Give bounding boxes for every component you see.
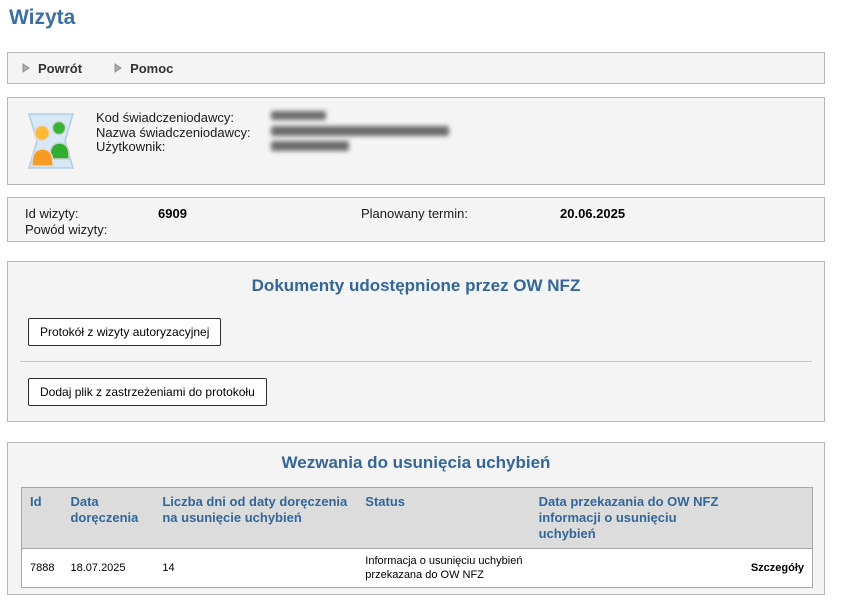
help-button-label: Pomoc	[130, 61, 173, 76]
back-button-label: Powrót	[38, 61, 82, 76]
planned-date-label: Planowany termin:	[361, 206, 468, 221]
documents-panel: Dokumenty udostępnione przez OW NFZ Prot…	[7, 261, 825, 422]
help-button[interactable]: Pomoc	[114, 61, 173, 76]
details-link[interactable]: Szczegóły	[729, 549, 813, 588]
visit-id-value: 6909	[158, 206, 187, 221]
col-header-status: Status	[357, 488, 530, 549]
cell-id: 7888	[22, 549, 63, 588]
redacted-user	[271, 141, 349, 151]
provider-code-label: Kod świadczeniodawcy:	[96, 111, 251, 126]
add-file-button[interactable]: Dodaj plik z zastrzeżeniami do protokołu	[28, 378, 267, 406]
documents-section-title: Dokumenty udostępnione przez OW NFZ	[8, 276, 824, 296]
col-header-days: Liczba dni od daty doręczenia na usunięc…	[154, 488, 357, 549]
calls-section-title: Wezwania do usunięcia uchybień	[8, 453, 824, 473]
visit-id-label: Id wizyty:	[25, 206, 78, 221]
back-button[interactable]: Powrót	[22, 61, 82, 76]
user-label: Użytkownik:	[96, 140, 251, 155]
provider-info-panel: Kod świadczeniodawcy: Nazwa świadczeniod…	[7, 97, 825, 185]
redacted-provider-code	[271, 111, 326, 120]
table-header-row: Id Data doręczenia Liczba dni od daty do…	[22, 488, 813, 549]
table-row: 7888 18.07.2025 14 Informacja o usunięci…	[22, 549, 813, 588]
col-header-transfer-date: Data przekazania do OW NFZ informacji o …	[531, 488, 729, 549]
toolbar: Powrót Pomoc	[7, 52, 825, 84]
cell-days: 14	[154, 549, 357, 588]
two-users-icon	[26, 112, 76, 170]
redacted-provider-name	[271, 126, 449, 136]
visit-reason-label: Powód wizyty:	[25, 222, 107, 237]
provider-values-redacted	[271, 111, 449, 151]
page-title: Wizyta	[9, 6, 75, 30]
calls-panel: Wezwania do usunięcia uchybień Id Data d…	[7, 442, 825, 595]
calls-table: Id Data doręczenia Liczba dni od daty do…	[21, 487, 813, 588]
arrow-right-icon	[114, 63, 122, 73]
provider-name-label: Nazwa świadczeniodawcy:	[96, 126, 251, 141]
cell-transfer-date	[531, 549, 729, 588]
divider	[20, 361, 812, 362]
provider-labels: Kod świadczeniodawcy: Nazwa świadczeniod…	[96, 111, 251, 155]
visit-info-panel: Id wizyty: 6909 Planowany termin: 20.06.…	[7, 197, 825, 242]
planned-date-value: 20.06.2025	[560, 206, 625, 221]
col-header-id: Id	[22, 488, 63, 549]
cell-delivery-date: 18.07.2025	[62, 549, 154, 588]
col-header-actions	[729, 488, 813, 549]
col-header-delivery-date: Data doręczenia	[62, 488, 154, 549]
protocol-button[interactable]: Protokół z wizyty autoryzacyjnej	[28, 318, 221, 346]
cell-status: Informacja o usunięciu uchybień przekaza…	[357, 549, 530, 588]
arrow-right-icon	[22, 63, 30, 73]
